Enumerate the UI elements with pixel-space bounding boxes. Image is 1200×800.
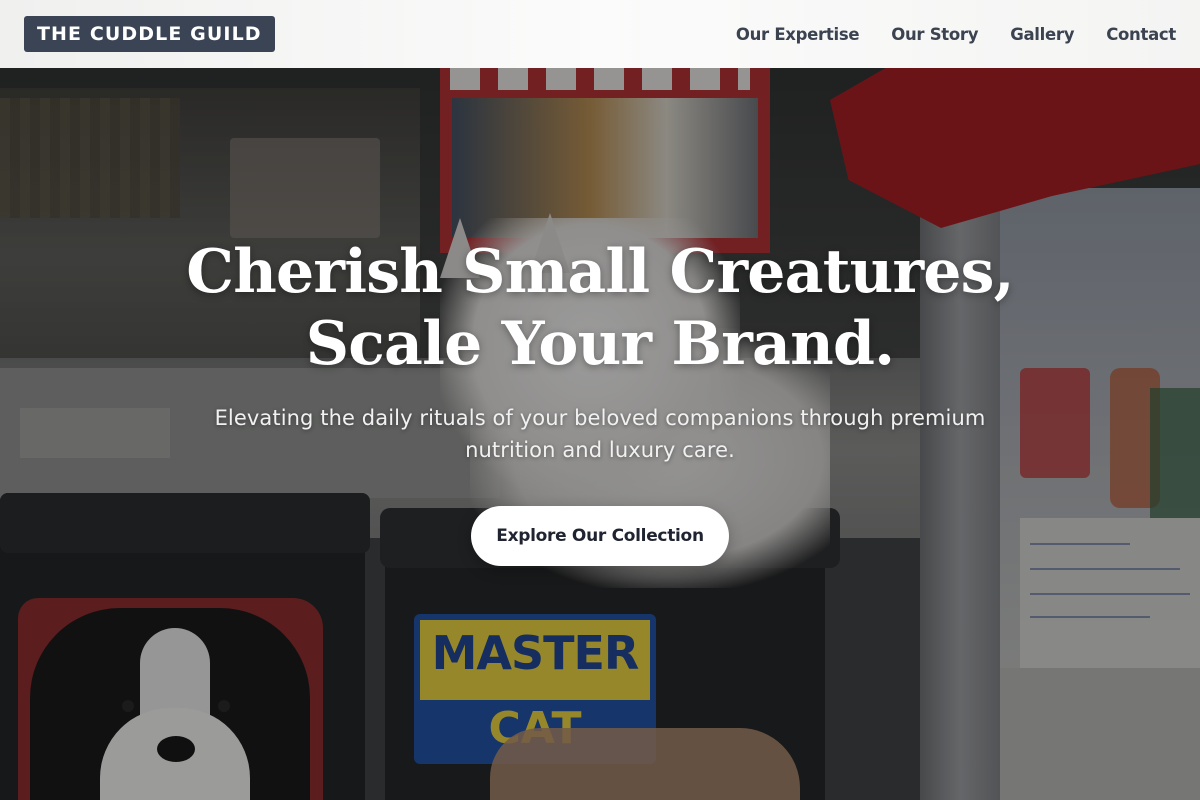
brand-logo[interactable]: THE CUDDLE GUILD xyxy=(24,16,275,52)
nav-link-our-story[interactable]: Our Story xyxy=(891,25,978,44)
hero-headline: Cherish Small Creatures, Scale Your Bran… xyxy=(0,236,1200,380)
hero-subtitle: Elevating the daily rituals of your belo… xyxy=(214,406,986,462)
hero-headline-line-1: Cherish Small Creatures, xyxy=(186,237,1014,307)
nav-link-contact[interactable]: Contact xyxy=(1106,25,1176,44)
hero-headline-line-2: Scale Your Brand. xyxy=(305,309,895,379)
site-header: THE CUDDLE GUILD Our Expertise Our Story… xyxy=(0,0,1200,68)
nav-link-our-expertise[interactable]: Our Expertise xyxy=(736,25,860,44)
hero-section: MASTER CAT Cherish Small Creatures, Scal… xyxy=(0,68,1200,800)
nav-link-gallery[interactable]: Gallery xyxy=(1010,25,1074,44)
explore-collection-button[interactable]: Explore Our Collection xyxy=(471,506,729,566)
main-nav: Our Expertise Our Story Gallery Contact xyxy=(736,25,1176,44)
